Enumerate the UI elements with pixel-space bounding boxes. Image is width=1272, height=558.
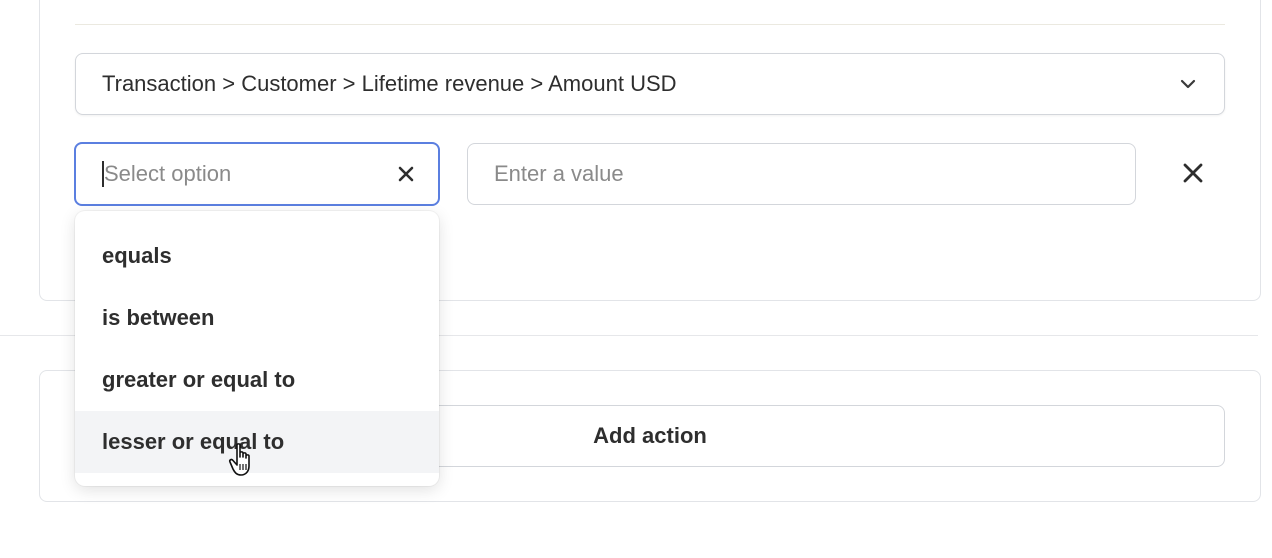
chevron-down-icon	[1178, 74, 1198, 94]
close-icon[interactable]	[396, 164, 416, 184]
operator-combobox[interactable]	[74, 142, 440, 206]
value-input[interactable]	[494, 161, 1109, 187]
menu-item-equals[interactable]: equals	[75, 225, 439, 287]
card-divider	[75, 24, 1225, 25]
field-path-select[interactable]: Transaction > Customer > Lifetime revenu…	[75, 53, 1225, 115]
field-path-value: Transaction > Customer > Lifetime revenu…	[102, 71, 677, 96]
menu-item-is-between[interactable]: is between	[75, 287, 439, 349]
operator-input[interactable]	[102, 161, 396, 187]
rule-editor: Transaction > Customer > Lifetime revenu…	[0, 0, 1272, 558]
remove-condition-button[interactable]	[1179, 159, 1207, 187]
value-field[interactable]	[467, 143, 1136, 205]
close-icon	[1183, 163, 1203, 183]
hand-pointer-icon	[228, 442, 258, 478]
menu-item-greater-or-equal[interactable]: greater or equal to	[75, 349, 439, 411]
